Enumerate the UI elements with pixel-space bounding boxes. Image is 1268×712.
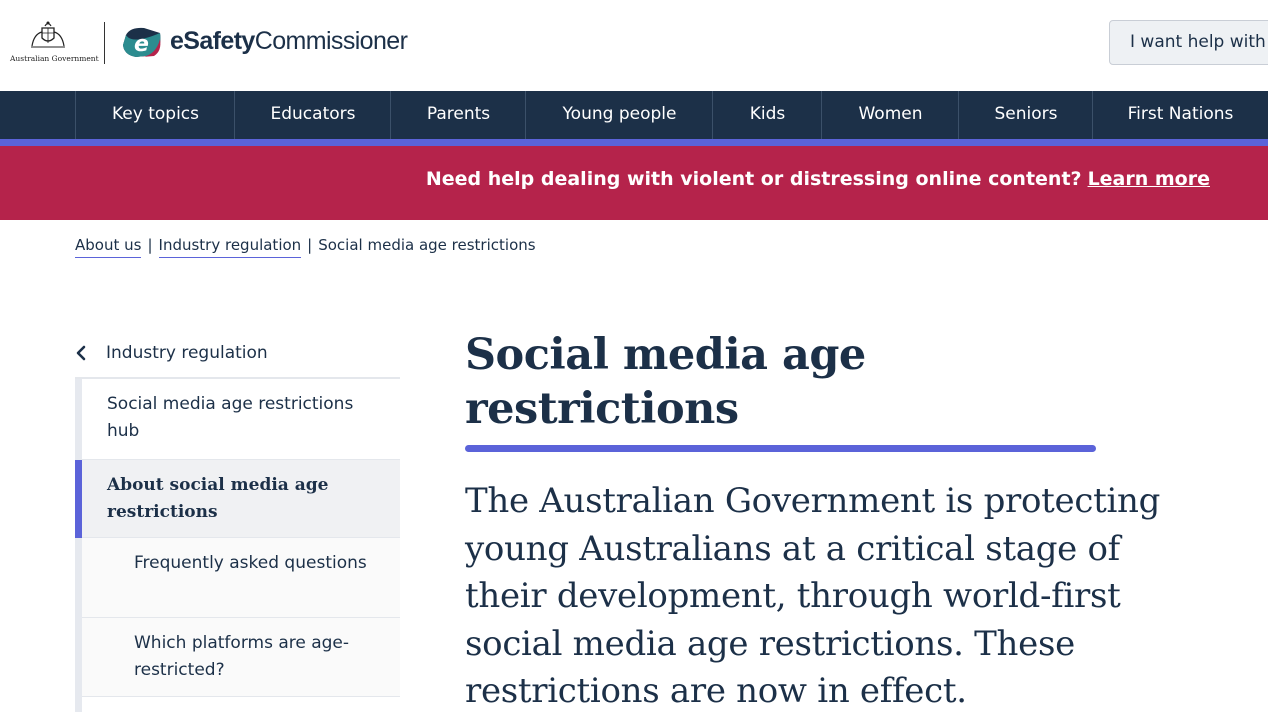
breadcrumb-current: Social media age restrictions — [318, 236, 536, 254]
sidebar-item-faq[interactable]: Frequently asked questions — [82, 538, 400, 618]
breadcrumb-link-industry-regulation[interactable]: Industry regulation — [158, 236, 302, 258]
svg-text:e: e — [134, 32, 149, 57]
title-underline — [465, 445, 1096, 452]
sidebar-rail — [75, 379, 82, 712]
gov-logo-text: Australian Government — [10, 54, 99, 63]
sidebar-item-hub[interactable]: Social media age restrictions hub — [82, 379, 400, 460]
site-header: Australian Government e eSafetyCommissio… — [0, 0, 1268, 91]
logo-divider — [104, 22, 105, 64]
nav-accent-strip — [0, 139, 1268, 146]
nav-item-kids[interactable]: Kids — [712, 91, 822, 139]
alert-banner: Need help dealing with violent or distre… — [0, 146, 1268, 220]
sidebar-active-indicator — [75, 460, 82, 538]
brand-wordmark[interactable]: eSafetyCommissioner — [170, 27, 408, 56]
lead-paragraph: The Australian Government is protecting … — [465, 481, 1161, 711]
sidebar-item-about-restrictions[interactable]: About social media age restrictions — [82, 460, 400, 538]
breadcrumb: About us | Industry regulation | Social medi… — [75, 236, 536, 258]
nav-item-first-nations[interactable]: First Nations — [1092, 91, 1268, 139]
brand-name-bold: eSafety — [170, 27, 255, 55]
australian-government-logo[interactable]: Australian Government — [10, 20, 99, 64]
nav-item-educators[interactable]: Educators — [234, 91, 391, 139]
brand-name-rest: Commissioner — [254, 27, 408, 55]
nav-item-women[interactable]: Women — [821, 91, 959, 139]
breadcrumb-separator: | — [307, 236, 313, 254]
sidebar-parent-label: Industry regulation — [106, 343, 268, 363]
nav-item-parents[interactable]: Parents — [390, 91, 526, 139]
sidebar-navigation: Industry regulation Social media age res… — [75, 330, 400, 712]
nav-item-key-topics[interactable]: Key topics — [75, 91, 235, 139]
esafety-logo-mark[interactable]: e — [122, 25, 162, 59]
help-menu-button[interactable]: I want help with — [1109, 20, 1268, 65]
sidebar-item-platforms[interactable]: Which platforms are age-restricted? — [82, 618, 400, 697]
main-navigation: Key topics Educators Parents Young peopl… — [0, 91, 1268, 139]
alert-message: Need help dealing with violent or distre… — [426, 168, 1210, 190]
learn-more-link[interactable]: Learn more — [1088, 168, 1210, 190]
coat-of-arms-icon — [31, 21, 65, 48]
nav-item-seniors[interactable]: Seniors — [958, 91, 1093, 139]
breadcrumb-separator: | — [147, 236, 153, 254]
page-title: Social media age restrictions — [465, 330, 866, 434]
nav-item-young-people[interactable]: Young people — [525, 91, 713, 139]
chevron-left-icon — [76, 345, 86, 361]
breadcrumb-link-about-us[interactable]: About us — [75, 236, 142, 258]
alert-text: Need help dealing with violent or distre… — [425, 168, 1082, 190]
sidebar-parent-link[interactable]: Industry regulation — [75, 330, 400, 379]
